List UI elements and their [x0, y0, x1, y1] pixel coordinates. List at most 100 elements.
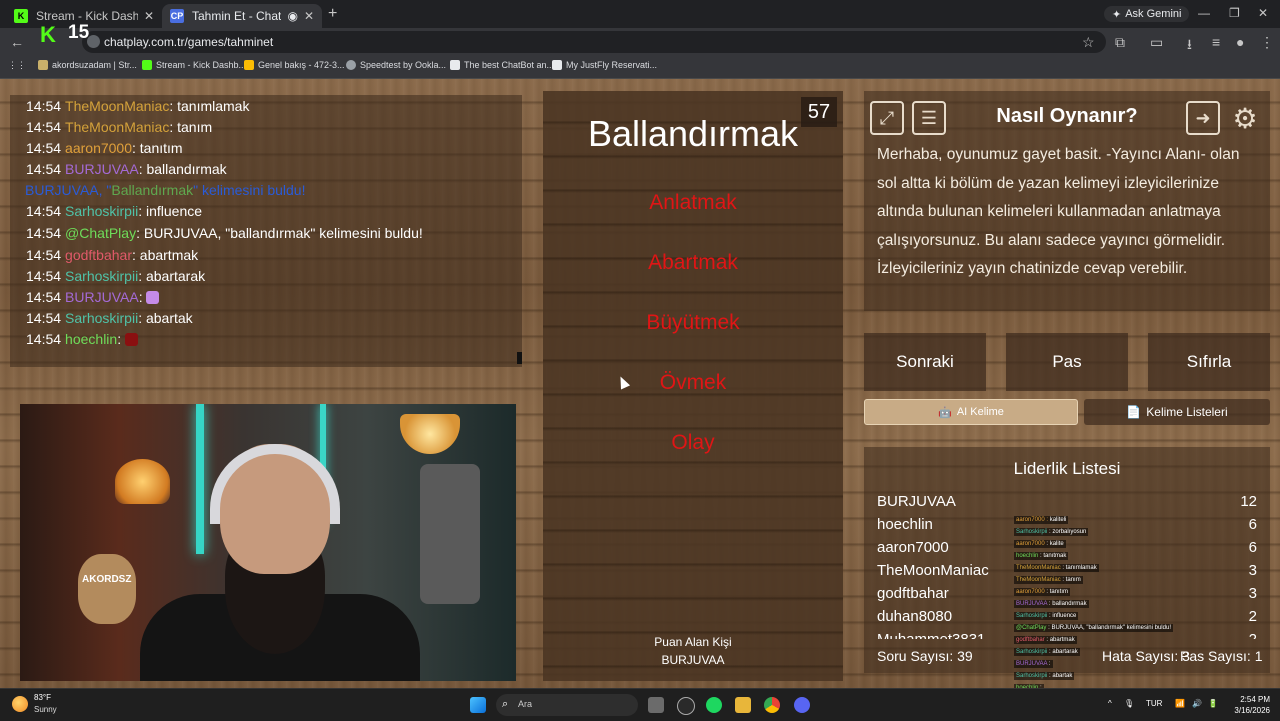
system-found-word: Ballandırmak — [111, 182, 194, 198]
download-icon[interactable]: ⭳ — [1187, 34, 1192, 58]
bookmark-item[interactable]: Speedtest by Ookla... — [346, 60, 446, 70]
target-word: Ballandırmak — [587, 113, 799, 154]
chatbot-icon — [450, 60, 460, 70]
bookmark-item[interactable]: The best ChatBot an... — [450, 60, 554, 70]
chat-separator: : — [136, 225, 144, 241]
windows-start-icon[interactable] — [470, 697, 486, 713]
file-explorer-icon[interactable] — [735, 697, 751, 713]
apps-icon[interactable]: ⋮⋮ — [8, 60, 26, 71]
chat-emote-icon — [146, 291, 160, 304]
microphone-icon[interactable]: 🎙 — [1124, 699, 1134, 708]
overlay-username: Sarhoskirpii — [1016, 613, 1048, 619]
chat-time: 14:54 — [26, 203, 62, 219]
url-field[interactable]: chatplay.com.tr/games/tahminet — [82, 31, 1106, 53]
ask-gemini-button[interactable]: ✦ Ask Gemini — [1104, 6, 1190, 22]
overlay-username: BURJUVAA — [1016, 601, 1048, 607]
overlay-username: hoechlin — [1016, 553, 1039, 559]
tab-chatplay[interactable]: CP Tahmin Et - ChatPlay ◉ ✕ — [162, 4, 322, 28]
overlay-text: BURJUVAA, "ballandırmak" kelimesini buld… — [1051, 625, 1171, 631]
task-view-icon[interactable] — [648, 697, 664, 713]
next-button[interactable]: Sonraki — [864, 333, 986, 391]
chat-username[interactable]: TheMoonManiac — [65, 119, 169, 135]
overlay-chat-line: Sarhoskirpii : influence — [1014, 612, 1079, 620]
new-tab-button[interactable]: + — [328, 5, 337, 23]
spotify-icon[interactable] — [706, 697, 722, 713]
exit-icon[interactable]: ➜ — [1186, 101, 1220, 135]
volume-icon[interactable]: 🔊 — [1192, 699, 1202, 708]
wifi-icon[interactable]: 📶 — [1175, 699, 1185, 708]
overlay-chat-line: aaron7000 : kalite — [1014, 540, 1066, 548]
taboo-word: Olay — [671, 431, 715, 454]
chat-username[interactable]: hoechlin — [65, 331, 117, 347]
tab-ai-word[interactable]: 🤖 AI Kelime — [864, 399, 1078, 425]
bookmark-item[interactable]: Stream - Kick Dashb... — [142, 60, 246, 70]
chat-time: 14:54 — [26, 289, 62, 305]
recording-icon: ◉ — [287, 9, 298, 23]
overlay-separator: : — [1047, 661, 1051, 667]
chat-username[interactable]: Sarhoskirpii — [65, 203, 138, 219]
profile-avatar[interactable]: ● — [1236, 34, 1244, 50]
back-icon[interactable]: ← — [10, 34, 24, 50]
chat-text: ballandırmak — [146, 161, 227, 177]
bookmark-item[interactable]: Genel bakış - 472-3... — [244, 60, 345, 70]
discord-icon[interactable] — [794, 697, 810, 713]
tab-title: Stream - Kick Dashboard — [36, 9, 138, 23]
menu-icon[interactable]: ⋮ — [1260, 34, 1274, 51]
pass-button[interactable]: Pas — [1006, 333, 1128, 391]
chat-time: 14:54 — [26, 119, 62, 135]
chat-message: 14:54 godftbahar: abartmak — [26, 247, 198, 263]
overlay-chat-line: Sarhoskirpii : abartarak — [1014, 648, 1080, 656]
reset-button[interactable]: Sıfırla — [1148, 333, 1270, 391]
chat-separator: : — [138, 289, 147, 305]
chat-username[interactable]: Sarhoskirpii — [65, 268, 138, 284]
chat-username[interactable]: Sarhoskirpii — [65, 310, 138, 326]
cast-icon[interactable]: ▭ — [1150, 34, 1163, 51]
chat-time: 14:54 — [26, 140, 62, 156]
bookmarks-bar: ⋮⋮ akordsuzadam | Str... Stream - Kick D… — [0, 56, 1280, 79]
overlay-chat-line: aaron7000 : kaliteli — [1014, 516, 1069, 524]
tray-chevron-icon[interactable]: ^ — [1108, 699, 1112, 708]
bookmark-item[interactable]: akordsuzadam | Str... — [38, 60, 137, 70]
settings-gear-icon[interactable]: ⚙ — [1228, 101, 1262, 135]
chat-scrollbar[interactable] — [517, 352, 522, 364]
chat-username[interactable]: aaron7000 — [65, 140, 132, 156]
overlay-username: TheMoonManiac — [1016, 565, 1061, 571]
taskbar-search[interactable]: ⌕ Ara — [496, 694, 638, 716]
overlay-username: @ChatPlay — [1016, 625, 1047, 631]
overlay-chat-line: BURJUVAA : — [1014, 660, 1053, 668]
github-icon[interactable] — [677, 697, 695, 715]
chat-username[interactable]: BURJUVAA — [65, 161, 139, 177]
chatplay-icon: CP — [170, 9, 184, 23]
close-tab-icon[interactable]: ✕ — [304, 9, 314, 23]
overlay-chat-line: TheMoonManiac : tanımlamak — [1014, 564, 1099, 572]
webcam-feed: AKORDSZ — [20, 404, 516, 681]
close-tab-icon[interactable]: ✕ — [144, 9, 154, 23]
chat-username[interactable]: BURJUVAA — [65, 289, 139, 305]
chat-text: influence — [145, 203, 203, 219]
taboo-word: Anlatmak — [649, 191, 737, 214]
chat-time: 14:54 — [26, 161, 62, 177]
bookmark-star-icon[interactable]: ☆ — [1082, 34, 1095, 51]
tab-word-lists[interactable]: 📄 Kelime Listeleri — [1084, 399, 1270, 425]
clock[interactable]: 2:54 PM 3/16/2026 — [1226, 694, 1270, 716]
weather-sun-icon[interactable] — [12, 696, 28, 712]
chat-username[interactable]: TheMoonManiac — [65, 98, 169, 114]
overlay-text: abartarak — [1052, 649, 1078, 655]
taboo-word: Büyütmek — [646, 311, 740, 334]
window-close-icon[interactable]: ✕ — [1258, 6, 1268, 20]
bookmark-item[interactable]: My JustFly Reservati... — [552, 60, 657, 70]
language-indicator[interactable]: TUR — [1146, 699, 1162, 708]
media-icon[interactable]: ≡ — [1212, 34, 1220, 50]
battery-icon[interactable]: 🔋 — [1208, 699, 1218, 708]
minimize-icon[interactable]: — — [1198, 6, 1210, 20]
extensions-icon[interactable]: ⧉ — [1115, 34, 1125, 51]
leaderboard-title: Liderlik Listesi — [1013, 459, 1121, 478]
chat-text: abartmak — [139, 247, 199, 263]
chat-username[interactable]: @ChatPlay — [65, 225, 136, 241]
chat-username[interactable]: godftbahar — [65, 247, 132, 263]
chat-separator: : — [169, 119, 178, 135]
overlay-chat-line: aaron7000 : tanıtım — [1014, 588, 1071, 596]
guitar — [78, 554, 136, 624]
maximize-icon[interactable]: ❐ — [1229, 6, 1240, 20]
chrome-icon[interactable] — [764, 697, 780, 713]
